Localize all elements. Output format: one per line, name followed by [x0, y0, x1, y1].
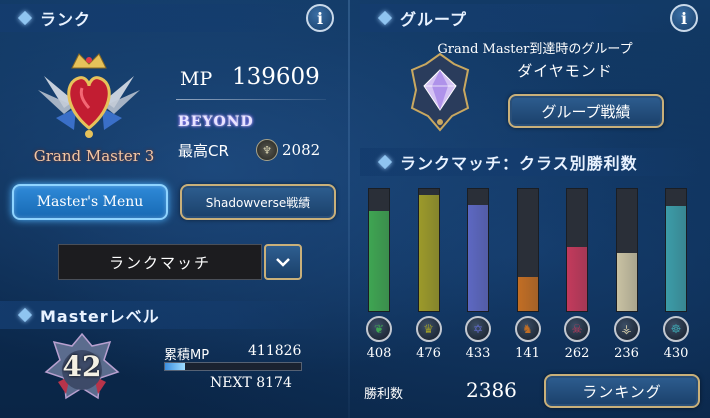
- mp-label: MP: [180, 68, 213, 90]
- class-wins-chart: ❦ 408 ♛ 476 ✡ 433 ♞ 141 ☠ 262 ⚶ 236 ☸ 430: [360, 184, 700, 364]
- class-bar-dragon: [516, 188, 539, 312]
- class-bar-fill: [567, 247, 587, 311]
- mp-value: 139609: [232, 64, 320, 90]
- class-bar-sword: [417, 188, 440, 312]
- diamond-bullet-icon: [377, 10, 393, 26]
- chevron-down-icon: [276, 258, 290, 267]
- haven-icon: ☸: [663, 316, 689, 342]
- class-bar-track: [566, 188, 588, 312]
- mode-dropdown[interactable]: ランクマッチ: [58, 244, 262, 280]
- class-wins-header-label: ランクマッチ：クラス別勝利数: [400, 154, 638, 173]
- battle-record-button[interactable]: Shadowverse戦績: [180, 184, 336, 220]
- class-bar-track: [516, 188, 539, 312]
- class-win-value: 408: [366, 346, 392, 361]
- level-progress-fill: [165, 363, 186, 370]
- rank-header: ランク: [0, 4, 320, 32]
- class-bar-fill: [616, 253, 637, 311]
- group-name: ダイヤモンド: [517, 62, 613, 80]
- class-win-value: 141: [515, 346, 540, 361]
- rank-header-label: ランク: [40, 10, 92, 29]
- class-win-value: 430: [663, 346, 689, 361]
- rune-icon: ✡: [465, 316, 491, 342]
- group-header-label: グループ: [400, 10, 468, 29]
- class-bar-track: [665, 188, 687, 312]
- total-wins-value: 2386: [466, 378, 517, 402]
- level-progress-bar: [164, 362, 302, 371]
- battle-record-label: Shadowverse戦績: [205, 195, 311, 210]
- rank-name: Grand Master 3: [33, 147, 155, 165]
- max-cr-value: 2082: [282, 141, 321, 159]
- diamond-group-emblem-icon: [402, 50, 478, 134]
- panel-divider: [348, 0, 350, 418]
- masters-menu-button[interactable]: Master's Menu: [12, 184, 168, 220]
- class-bar-track: [417, 188, 440, 312]
- class-bar-track: [368, 188, 390, 312]
- dragon-icon: ♞: [514, 316, 541, 342]
- class-bar-fill: [468, 205, 488, 311]
- diamond-bullet-icon: [17, 10, 33, 26]
- diamond-bullet-icon: [17, 307, 33, 323]
- crown-icon: ♛: [415, 316, 442, 342]
- cr-emblem-icon: ♆: [256, 139, 278, 161]
- class-bar-fill: [418, 194, 439, 311]
- class-bar-track: [467, 188, 489, 312]
- fang-icon: ⚶: [613, 316, 640, 342]
- master-level-header-label: Masterレベル: [40, 307, 160, 326]
- class-bar-fill: [666, 206, 686, 311]
- class-bar-haven: [665, 188, 687, 312]
- masters-menu-label: Master's Menu: [36, 194, 144, 210]
- next-mp-label: NEXT 8174: [210, 375, 292, 391]
- ranking-button-label: ランキング: [582, 382, 662, 401]
- class-bar-blood: [615, 188, 638, 312]
- class-bar-fill: [517, 276, 538, 311]
- total-wins-label: 勝利数: [364, 387, 404, 402]
- ranking-button[interactable]: ランキング: [544, 374, 700, 408]
- class-win-value: 476: [416, 346, 441, 361]
- group-record-label: グループ戦績: [541, 102, 631, 121]
- class-bar-forest: [368, 188, 390, 312]
- class-bar-shadow: [566, 188, 588, 312]
- class-bar-rune: [467, 188, 489, 312]
- skull-icon: ☠: [564, 316, 590, 342]
- class-win-value: 433: [465, 346, 491, 361]
- cumulative-mp-label: 累積MP: [164, 348, 210, 363]
- master-level-header: Masterレベル: [0, 301, 330, 329]
- class-win-value: 236: [614, 346, 639, 361]
- class-bar-track: [615, 188, 638, 312]
- class-win-value: 262: [564, 346, 590, 361]
- class-wins-header: ランクマッチ：クラス別勝利数: [360, 148, 700, 176]
- group-caption: Grand Master到達時のグループ: [437, 42, 633, 57]
- mp-underline: [176, 99, 326, 100]
- group-info-button[interactable]: i: [670, 4, 698, 32]
- master-level-value: 42: [62, 350, 102, 383]
- class-bar-fill: [369, 211, 389, 311]
- group-header: グループ: [360, 4, 680, 32]
- max-cr-label: 最高CR: [178, 142, 229, 160]
- cumulative-mp-value: 411826: [248, 343, 302, 359]
- mode-dropdown-value: ランクマッチ: [108, 253, 211, 272]
- mode-dropdown-toggle[interactable]: [264, 244, 302, 280]
- rank-info-button[interactable]: i: [306, 4, 334, 32]
- group-record-button[interactable]: グループ戦績: [508, 94, 664, 128]
- diamond-bullet-icon: [377, 154, 393, 170]
- beyond-logo: BEYOND: [178, 114, 254, 130]
- leaf-icon: ❦: [366, 316, 392, 342]
- rank-emblem-icon: [34, 46, 144, 146]
